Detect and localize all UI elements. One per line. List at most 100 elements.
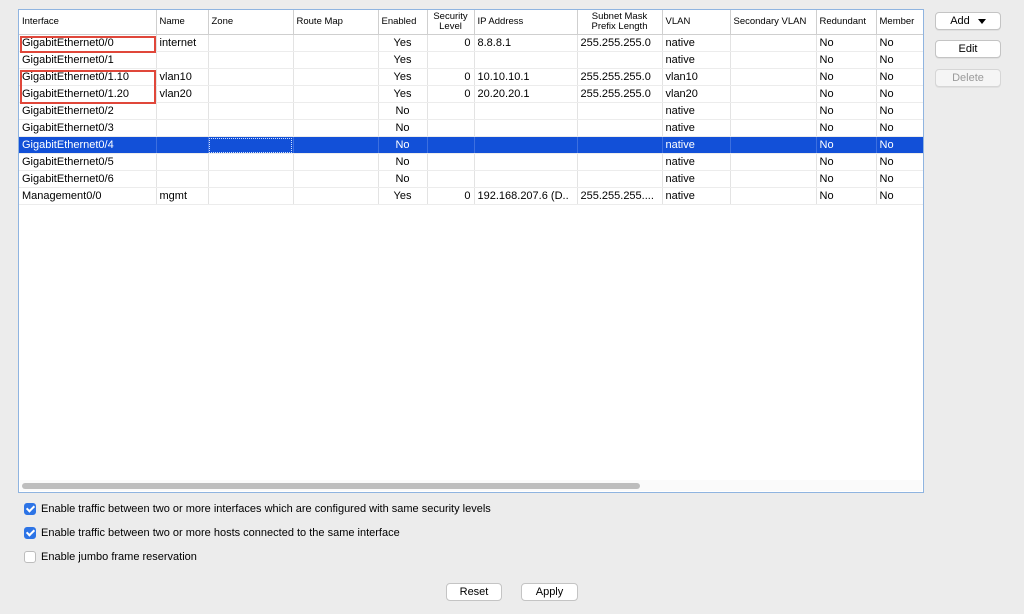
cell-member[interactable]: No bbox=[876, 153, 923, 171]
column-header-subnet-mask[interactable]: Subnet Mask Prefix Length bbox=[577, 10, 663, 35]
cell-mask[interactable] bbox=[577, 102, 663, 120]
cell-security-level[interactable] bbox=[427, 170, 475, 188]
cell-enabled[interactable]: No bbox=[378, 119, 428, 137]
table-row[interactable]: GigabitEthernet0/1.20 vlan20 Yes 0 20.20.20.… bbox=[19, 85, 923, 103]
cell-mask[interactable] bbox=[577, 119, 663, 137]
table-row[interactable]: GigabitEthernet0/6 No native No No bbox=[19, 170, 923, 188]
cell-mask[interactable] bbox=[577, 170, 663, 188]
edit-button[interactable]: Edit bbox=[935, 40, 1001, 58]
cell-name[interactable] bbox=[156, 102, 209, 120]
cell-zone[interactable] bbox=[208, 170, 294, 188]
cell-secondary-vlan[interactable] bbox=[730, 102, 817, 120]
cell-member[interactable]: No bbox=[876, 51, 923, 69]
cell-name[interactable] bbox=[156, 153, 209, 171]
cell-security-level[interactable] bbox=[427, 102, 475, 120]
cell-secondary-vlan[interactable] bbox=[730, 187, 817, 205]
cell-mask[interactable]: 255.255.255.... bbox=[577, 187, 663, 205]
interfaces-table[interactable]: Interface Name Zone Route Map Enabled Se… bbox=[19, 10, 923, 205]
cell-vlan[interactable]: native bbox=[662, 102, 731, 120]
cell-ip[interactable]: 10.10.10.1 bbox=[474, 68, 578, 86]
cell-interface[interactable]: GigabitEthernet0/1.20 bbox=[19, 85, 157, 103]
cell-interface[interactable]: GigabitEthernet0/5 bbox=[19, 153, 157, 171]
cell-interface[interactable]: GigabitEthernet0/2 bbox=[19, 102, 157, 120]
cell-member[interactable]: No bbox=[876, 119, 923, 137]
cell-security-level[interactable]: 0 bbox=[427, 68, 475, 86]
cell-security-level[interactable]: 0 bbox=[427, 34, 475, 52]
option-same-interface-hosts[interactable]: Enable traffic between two or more hosts… bbox=[24, 525, 400, 541]
cell-enabled[interactable]: No bbox=[378, 102, 428, 120]
cell-route-map[interactable] bbox=[293, 187, 379, 205]
cell-interface[interactable]: GigabitEthernet0/0 bbox=[19, 34, 157, 52]
cell-ip[interactable] bbox=[474, 119, 578, 137]
cell-route-map[interactable] bbox=[293, 68, 379, 86]
cell-ip[interactable] bbox=[474, 153, 578, 171]
cell-interface[interactable]: GigabitEthernet0/1.10 bbox=[19, 68, 157, 86]
cell-zone[interactable] bbox=[208, 34, 294, 52]
table-row[interactable]: GigabitEthernet0/0 internet Yes 0 8.8.8.1 255… bbox=[19, 34, 923, 52]
cell-route-map[interactable] bbox=[293, 170, 379, 188]
cell-member[interactable]: No bbox=[876, 68, 923, 86]
cell-redundant[interactable]: No bbox=[816, 119, 877, 137]
cell-secondary-vlan[interactable] bbox=[730, 68, 817, 86]
cell-interface[interactable]: GigabitEthernet0/1 bbox=[19, 51, 157, 69]
cell-route-map[interactable] bbox=[293, 153, 379, 171]
checkbox-same-interface-hosts[interactable] bbox=[24, 527, 36, 539]
table-row[interactable]: GigabitEthernet0/1 Yes native No No bbox=[19, 51, 923, 69]
cell-redundant[interactable]: No bbox=[816, 68, 877, 86]
column-header-redundant[interactable]: Redundant bbox=[816, 10, 877, 35]
cell-zone[interactable] bbox=[208, 153, 294, 171]
column-header-interface[interactable]: Interface bbox=[19, 10, 157, 35]
cell-zone[interactable] bbox=[208, 187, 294, 205]
cell-interface[interactable]: Management0/0 bbox=[19, 187, 157, 205]
cell-vlan[interactable]: native bbox=[662, 170, 731, 188]
cell-name[interactable]: vlan20 bbox=[156, 85, 209, 103]
column-header-ip-address[interactable]: IP Address bbox=[474, 10, 578, 35]
cell-ip[interactable]: 20.20.20.1 bbox=[474, 85, 578, 103]
cell-ip[interactable]: 192.168.207.6 (D.. bbox=[474, 187, 578, 205]
cell-zone[interactable] bbox=[208, 85, 294, 103]
cell-member[interactable]: No bbox=[876, 170, 923, 188]
cell-name[interactable] bbox=[156, 136, 209, 154]
cell-ip[interactable] bbox=[474, 170, 578, 188]
cell-enabled[interactable]: No bbox=[378, 170, 428, 188]
column-header-security-level[interactable]: Security Level bbox=[427, 10, 475, 35]
cell-vlan[interactable]: native bbox=[662, 51, 731, 69]
cell-vlan[interactable]: vlan20 bbox=[662, 85, 731, 103]
cell-enabled[interactable]: No bbox=[378, 153, 428, 171]
cell-name[interactable]: mgmt bbox=[156, 187, 209, 205]
column-header-name[interactable]: Name bbox=[156, 10, 209, 35]
cell-interface[interactable]: GigabitEthernet0/4 bbox=[19, 136, 157, 154]
cell-enabled[interactable]: Yes bbox=[378, 68, 428, 86]
cell-route-map[interactable] bbox=[293, 85, 379, 103]
cell-redundant[interactable]: No bbox=[816, 51, 877, 69]
option-jumbo-frame[interactable]: Enable jumbo frame reservation bbox=[24, 549, 197, 565]
cell-secondary-vlan[interactable] bbox=[730, 119, 817, 137]
column-header-vlan[interactable]: VLAN bbox=[662, 10, 731, 35]
column-header-route-map[interactable]: Route Map bbox=[293, 10, 379, 35]
cell-redundant[interactable]: No bbox=[816, 34, 877, 52]
cell-vlan[interactable]: native bbox=[662, 34, 731, 52]
cell-ip[interactable] bbox=[474, 136, 578, 154]
cell-interface[interactable]: GigabitEthernet0/3 bbox=[19, 119, 157, 137]
cell-name[interactable] bbox=[156, 170, 209, 188]
cell-enabled[interactable]: No bbox=[378, 136, 428, 154]
cell-security-level[interactable] bbox=[427, 153, 475, 171]
cell-zone[interactable] bbox=[208, 68, 294, 86]
cell-zone[interactable] bbox=[208, 136, 294, 154]
cell-enabled[interactable]: Yes bbox=[378, 85, 428, 103]
cell-mask[interactable]: 255.255.255.0 bbox=[577, 34, 663, 52]
cell-ip[interactable] bbox=[474, 51, 578, 69]
cell-route-map[interactable] bbox=[293, 136, 379, 154]
cell-name[interactable] bbox=[156, 51, 209, 69]
delete-button[interactable]: Delete bbox=[935, 69, 1001, 87]
option-same-security-traffic[interactable]: Enable traffic between two or more inter… bbox=[24, 501, 491, 517]
cell-security-level[interactable] bbox=[427, 51, 475, 69]
cell-redundant[interactable]: No bbox=[816, 153, 877, 171]
table-row[interactable]: GigabitEthernet0/1.10 vlan10 Yes 0 10.10.10.… bbox=[19, 68, 923, 86]
cell-interface[interactable]: GigabitEthernet0/6 bbox=[19, 170, 157, 188]
cell-secondary-vlan[interactable] bbox=[730, 34, 817, 52]
cell-vlan[interactable]: native bbox=[662, 153, 731, 171]
cell-security-level[interactable] bbox=[427, 136, 475, 154]
cell-redundant[interactable]: No bbox=[816, 136, 877, 154]
reset-button[interactable]: Reset bbox=[446, 583, 502, 601]
